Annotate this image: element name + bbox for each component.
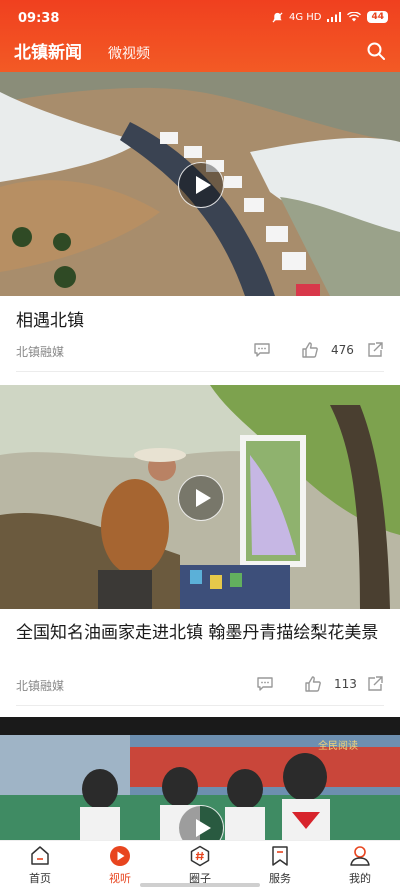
like-count: 476 (331, 343, 354, 357)
battery-indicator: 44 (367, 11, 388, 23)
play-icon (196, 819, 211, 837)
play-button[interactable] (178, 475, 224, 521)
home-indicator[interactable] (140, 883, 260, 887)
comment-icon[interactable] (253, 341, 271, 359)
bookmark-icon (272, 846, 288, 866)
video-meta: 北镇融媒 113 (16, 675, 384, 695)
signal-icon (327, 12, 342, 22)
video-title[interactable]: 全国知名油画家走进北镇 翰墨丹青描绘梨花美景 (16, 621, 386, 645)
divider (16, 705, 384, 706)
comment-icon[interactable] (256, 675, 274, 693)
video-card[interactable]: 全国知名油画家走进北镇 翰墨丹青描绘梨花美景 北镇融媒 113 (0, 385, 400, 717)
play-icon (196, 176, 211, 194)
video-source: 北镇融媒 (16, 679, 65, 693)
nav-label: 首页 (29, 872, 51, 885)
share-icon[interactable] (366, 675, 384, 693)
video-card[interactable]: 全民阅读 (0, 717, 400, 840)
like-count: 113 (334, 677, 357, 691)
divider (16, 371, 384, 372)
video-thumbnail[interactable] (0, 72, 400, 296)
status-icons: 4G HD 44 (272, 11, 388, 23)
user-icon (350, 846, 370, 866)
video-card[interactable]: 相遇北镇 北镇融媒 476 (0, 72, 400, 385)
nav-item-home[interactable]: 首页 (10, 845, 70, 886)
video-title[interactable]: 相遇北镇 (16, 309, 386, 333)
mute-icon (272, 11, 283, 23)
video-thumbnail[interactable]: 全民阅读 (0, 717, 400, 840)
video-feed[interactable]: 相遇北镇 北镇融媒 476 全国知名油画家走进北镇 翰墨丹青描绘梨花美景 北镇融… (0, 72, 400, 840)
home-icon (31, 846, 49, 865)
status-time: 09:38 (18, 11, 60, 26)
play-circle-icon (110, 846, 130, 866)
nav-item-audiovisual[interactable]: 视听 (90, 845, 150, 886)
wifi-icon (347, 12, 362, 22)
nav-label: 我的 (349, 872, 371, 885)
thumbnail-overlay-text: 全民阅读 (318, 741, 358, 752)
search-icon[interactable] (366, 41, 386, 61)
play-button[interactable] (178, 162, 224, 208)
nav-item-mine[interactable]: 我的 (330, 845, 390, 886)
app-header: 09:38 4G HD 44 北镇新闻 微视频 (0, 0, 400, 72)
header-tabs: 北镇新闻 微视频 (14, 38, 150, 63)
network-indicator: 4G HD (288, 11, 322, 23)
play-icon (196, 489, 211, 507)
like-icon[interactable] (304, 675, 322, 693)
video-source: 北镇融媒 (16, 345, 65, 359)
video-thumbnail[interactable] (0, 385, 400, 609)
hashtag-icon (190, 845, 210, 867)
share-icon[interactable] (366, 341, 384, 359)
nav-item-services[interactable]: 服务 (250, 845, 310, 886)
video-meta: 北镇融媒 476 (16, 341, 384, 361)
status-bar: 09:38 4G HD 44 (0, 0, 400, 36)
tab-micro-video[interactable]: 微视频 (108, 43, 150, 63)
nav-item-circle[interactable]: 圈子 (170, 845, 230, 886)
like-icon[interactable] (301, 341, 319, 359)
tab-beizhen-news[interactable]: 北镇新闻 (14, 38, 82, 63)
bottom-navigation: 首页 视听 圈子 服务 我的 (0, 840, 400, 889)
